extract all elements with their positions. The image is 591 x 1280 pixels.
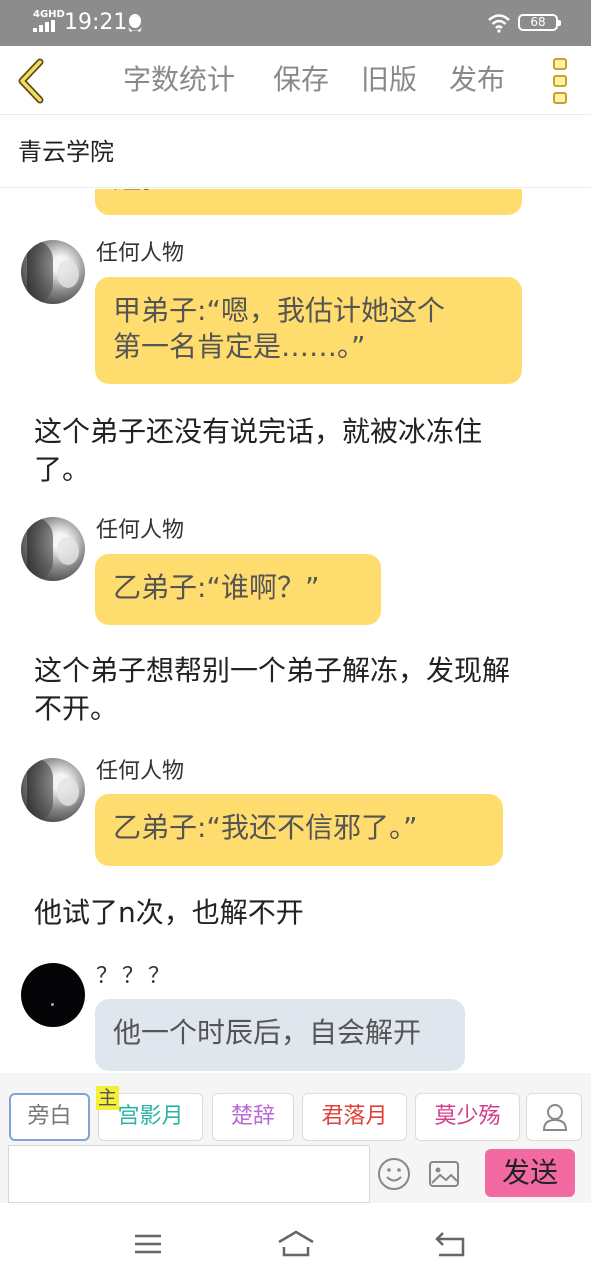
nav-home-icon[interactable] — [276, 1229, 316, 1259]
wifi-icon — [488, 14, 510, 33]
qq-icon — [128, 14, 142, 32]
character-chip-mo-shaoshang[interactable]: 莫少殇 — [415, 1093, 520, 1141]
avatar[interactable] — [21, 240, 85, 304]
save-button[interactable]: 保存 — [273, 62, 329, 98]
narration-line: 这个弟子还没有说完话，就被冰冻住 — [34, 415, 483, 448]
narration-text[interactable]: 这个弟子还没有说完话，就被冰冻住 了。 — [34, 413, 564, 489]
character-name: 任何人物 — [96, 759, 185, 784]
chip-label: 君落月 — [321, 1104, 388, 1129]
character-name: 任何人物 — [96, 241, 185, 266]
send-button[interactable]: 发送 — [485, 1149, 575, 1197]
emoji-icon[interactable] — [377, 1157, 411, 1191]
character-chip-narrator[interactable]: 旁白 — [9, 1093, 90, 1141]
narration-line: 了。 — [34, 453, 91, 486]
battery-indicator: 68 — [518, 14, 561, 31]
system-nav-bar — [0, 1203, 591, 1280]
message-text-line: 第一名肯定是……。” — [113, 330, 366, 363]
battery-level: 68 — [530, 15, 546, 29]
signal-icon — [33, 20, 59, 32]
avatar[interactable] — [21, 758, 85, 822]
story-title[interactable]: 青云学院 — [18, 136, 114, 168]
more-menu-icon[interactable] — [550, 58, 570, 104]
message-bubble-partial[interactable]: 短。 — [95, 189, 522, 215]
avatar[interactable] — [21, 963, 85, 1027]
narration-text[interactable]: 他试了n次，也解不开 — [34, 894, 564, 932]
message-input[interactable] — [8, 1145, 370, 1203]
status-bar: 4GHD 19:21 68 — [0, 0, 591, 46]
message-text: 乙弟子:“我还不信邪了。” — [113, 811, 418, 844]
character-name: 任何人物 — [96, 518, 185, 543]
story-content[interactable]: 短。 任何人物 甲弟子:“嗯，我估计她这个 第一名肯定是……。” 这个弟子还没有… — [0, 189, 591, 1073]
character-chip-jun-luoyue[interactable]: 君落月 — [302, 1093, 407, 1141]
publish-button[interactable]: 发布 — [449, 62, 505, 98]
old-version-button[interactable]: 旧版 — [361, 62, 417, 98]
back-chevron-icon[interactable] — [14, 58, 50, 104]
network-type: 4GHD — [33, 9, 65, 20]
nav-back-icon[interactable] — [433, 1229, 467, 1259]
clock: 19:21 — [64, 10, 128, 35]
main-character-badge: 主 — [96, 1086, 120, 1110]
message-text: 乙弟子:“谁啊？” — [113, 571, 320, 604]
image-icon[interactable] — [428, 1159, 460, 1189]
message-text-line: 甲弟子:“嗯，我估计她这个 — [113, 294, 445, 327]
character-chip-chu-ci[interactable]: 楚辞 — [212, 1093, 294, 1141]
composer-panel: 旁白 主 宫影月 楚辞 君落月 莫少殇 发送 — [0, 1073, 591, 1203]
nav-menu-icon[interactable] — [133, 1229, 163, 1259]
narration-line: 他试了n次，也解不开 — [34, 896, 304, 929]
message-text: 他一个时辰后，自会解开 — [113, 1016, 422, 1049]
character-chip-gong-yingyue[interactable]: 主 宫影月 — [96, 1086, 203, 1141]
narration-text[interactable]: 这个弟子想帮别一个弟子解冻，发现解 不开。 — [34, 652, 564, 728]
story-title-bar: 青云学院 — [0, 116, 591, 188]
message-bubble[interactable]: 甲弟子:“嗯，我估计她这个 第一名肯定是……。” — [95, 277, 522, 384]
avatar[interactable] — [21, 517, 85, 581]
message-bubble[interactable]: 他一个时辰后，自会解开 — [95, 999, 465, 1071]
chip-label: 旁白 — [27, 1104, 72, 1129]
message-text: 短。 — [113, 189, 169, 195]
chip-label: 楚辞 — [230, 1104, 275, 1129]
user-icon — [542, 1104, 568, 1131]
narration-line: 不开。 — [34, 692, 119, 725]
word-count-button[interactable]: 字数统计 — [123, 62, 235, 98]
editor-toolbar: 字数统计 保存 旧版 发布 — [0, 46, 591, 115]
chip-label: 莫少殇 — [434, 1104, 501, 1129]
message-bubble[interactable]: 乙弟子:“我还不信邪了。” — [95, 794, 503, 866]
message-bubble[interactable]: 乙弟子:“谁啊？” — [95, 554, 381, 625]
character-manager-button[interactable] — [526, 1093, 582, 1141]
narration-line: 这个弟子想帮别一个弟子解冻，发现解 — [34, 654, 511, 687]
chip-label: 宫影月 — [117, 1104, 184, 1129]
character-name: ？？？ — [96, 964, 175, 989]
